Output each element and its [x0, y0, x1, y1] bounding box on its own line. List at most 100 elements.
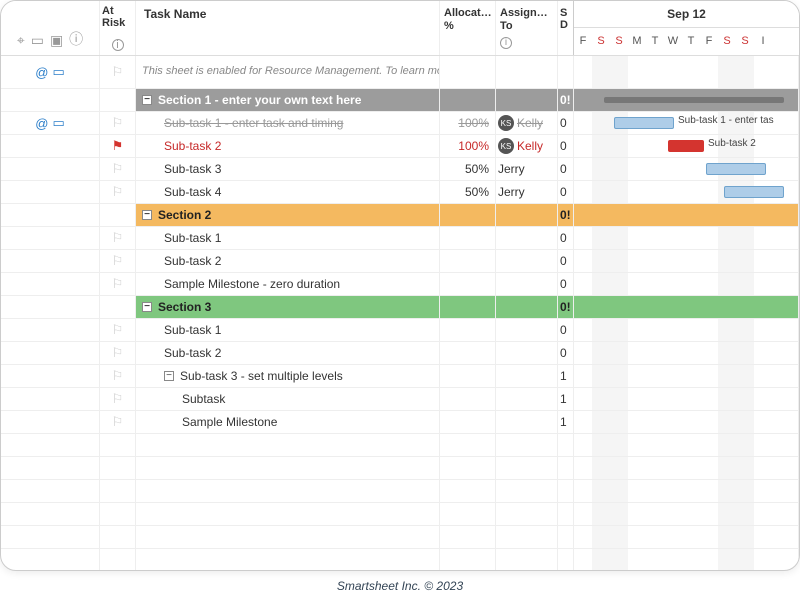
at-risk-cell[interactable]: ⚐ — [100, 56, 136, 88]
allocation-cell[interactable] — [440, 388, 496, 410]
gantt-cell[interactable] — [574, 158, 799, 180]
task-row[interactable]: ⚐Sub-task 350%Jerry0 — [1, 158, 799, 181]
assigned-to-cell[interactable] — [496, 365, 558, 387]
gantt-cell[interactable] — [574, 434, 799, 456]
gantt-cell[interactable] — [574, 204, 799, 226]
task-name-cell[interactable]: Sub-task 1 - enter task and timing — [136, 112, 440, 134]
gantt-cell[interactable]: Sub-task 1 - enter tas — [574, 112, 799, 134]
at-risk-cell[interactable]: ⚐ — [100, 112, 136, 134]
flag-icon[interactable]: ■ — [114, 208, 122, 223]
task-name-cell[interactable]: Sub-task 2 — [136, 250, 440, 272]
flag-icon[interactable]: ⚐ — [112, 414, 124, 430]
assigned-to-cell[interactable] — [496, 388, 558, 410]
assigned-to-cell[interactable] — [496, 549, 558, 571]
assigned-to-cell[interactable]: Jerry — [496, 158, 558, 180]
task-row[interactable]: ⚐Sample Milestone - zero duration0 — [1, 273, 799, 296]
comment-icon[interactable]: ▭ — [52, 64, 64, 80]
empty-row[interactable] — [1, 526, 799, 549]
task-name-cell[interactable]: This sheet is enabled for Resource Manag… — [136, 56, 440, 88]
flag-icon[interactable]: ⚐ — [112, 322, 124, 338]
allocation-cell[interactable] — [440, 434, 496, 456]
start-date-cell[interactable]: 0! — [558, 204, 574, 226]
start-date-cell[interactable]: 0 — [558, 135, 574, 157]
flag-icon[interactable]: ⚐ — [112, 115, 124, 131]
gantt-cell[interactable] — [574, 549, 799, 571]
col-header-at-risk[interactable]: At Risk i — [100, 1, 136, 55]
start-date-cell[interactable]: 0 — [558, 227, 574, 249]
allocation-cell[interactable] — [440, 319, 496, 341]
allocation-cell[interactable] — [440, 273, 496, 295]
at-risk-cell[interactable]: ⚐ — [100, 342, 136, 364]
flag-icon[interactable]: ⚐ — [112, 64, 124, 80]
gantt-cell[interactable] — [574, 342, 799, 364]
flag-icon[interactable]: ■ — [114, 300, 122, 315]
start-date-cell[interactable] — [558, 549, 574, 571]
flag-icon[interactable]: ⚐ — [112, 184, 124, 200]
task-name-cell[interactable]: −Sub-task 3 - set multiple levels — [136, 365, 440, 387]
gantt-cell[interactable] — [574, 296, 799, 318]
task-name-cell[interactable]: Sub-task 1 — [136, 227, 440, 249]
gantt-summary-bar[interactable] — [604, 97, 784, 103]
assigned-to-cell[interactable] — [496, 273, 558, 295]
at-risk-cell[interactable]: ⚐ — [100, 273, 136, 295]
flag-icon[interactable]: ⚐ — [112, 276, 124, 292]
task-row[interactable]: ⚐Sub-task 20 — [1, 250, 799, 273]
at-risk-cell[interactable]: ⚐ — [100, 365, 136, 387]
task-name-cell[interactable]: −Section 2 — [136, 204, 440, 226]
allocation-cell[interactable] — [440, 365, 496, 387]
at-risk-cell[interactable] — [100, 457, 136, 479]
start-date-cell[interactable] — [558, 434, 574, 456]
allocation-cell[interactable]: 100% — [440, 135, 496, 157]
allocation-cell[interactable]: 50% — [440, 158, 496, 180]
start-date-cell[interactable]: 0 — [558, 112, 574, 134]
at-risk-cell[interactable] — [100, 549, 136, 571]
gantt-cell[interactable] — [574, 319, 799, 341]
gantt-cell[interactable] — [574, 526, 799, 548]
start-date-cell[interactable]: 0! — [558, 89, 574, 111]
comment-icon[interactable]: ▭ — [52, 115, 64, 131]
empty-row[interactable] — [1, 480, 799, 503]
start-date-cell[interactable] — [558, 457, 574, 479]
start-date-cell[interactable] — [558, 503, 574, 525]
at-risk-cell[interactable]: ⚐ — [100, 181, 136, 203]
task-name-cell[interactable]: Sub-task 2 — [136, 342, 440, 364]
task-row[interactable]: ⚐Sample Milestone1 — [1, 411, 799, 434]
task-name-cell[interactable]: Sub-task 1 — [136, 319, 440, 341]
task-name-cell[interactable]: Sample Milestone — [136, 411, 440, 433]
gantt-cell[interactable] — [574, 273, 799, 295]
empty-row[interactable] — [1, 549, 799, 571]
col-header-task-name[interactable]: Task Name — [136, 1, 440, 55]
allocation-cell[interactable] — [440, 480, 496, 502]
start-date-cell[interactable]: 0 — [558, 342, 574, 364]
col-header-assigned-to[interactable]: Assign… To i — [496, 1, 558, 55]
assigned-to-cell[interactable] — [496, 319, 558, 341]
allocation-cell[interactable] — [440, 204, 496, 226]
empty-row[interactable] — [1, 457, 799, 480]
assigned-to-cell[interactable]: Jerry — [496, 181, 558, 203]
task-name-cell[interactable] — [136, 503, 440, 525]
allocation-cell[interactable] — [440, 227, 496, 249]
start-date-cell[interactable] — [558, 526, 574, 548]
section-row[interactable]: ■ −Section 2 0! — [1, 204, 799, 227]
empty-row[interactable] — [1, 434, 799, 457]
allocation-cell[interactable] — [440, 526, 496, 548]
task-name-cell[interactable]: Sub-task 3 — [136, 158, 440, 180]
assigned-to-cell[interactable]: KSKelly — [496, 112, 558, 134]
at-risk-cell[interactable] — [100, 480, 136, 502]
task-row[interactable]: ⚐Sub-task 10 — [1, 319, 799, 342]
task-name-cell[interactable] — [136, 526, 440, 548]
task-row[interactable]: ⚐Sub-task 10 — [1, 227, 799, 250]
start-date-cell[interactable] — [558, 480, 574, 502]
start-date-cell[interactable]: 0 — [558, 158, 574, 180]
gantt-cell[interactable] — [574, 388, 799, 410]
start-date-cell[interactable]: 0 — [558, 273, 574, 295]
section-row[interactable]: ■−Section 30! — [1, 296, 799, 319]
assigned-to-cell[interactable] — [496, 296, 558, 318]
gantt-cell[interactable]: Sub-task 2 — [574, 135, 799, 157]
at-risk-cell[interactable] — [100, 434, 136, 456]
gantt-cell[interactable] — [574, 56, 799, 88]
task-name-cell[interactable]: Sub-task 2 — [136, 135, 440, 157]
flag-icon[interactable]: ⚐ — [112, 391, 124, 407]
assigned-to-cell[interactable] — [496, 56, 558, 88]
col-header-start-date[interactable]: S D — [558, 1, 574, 55]
